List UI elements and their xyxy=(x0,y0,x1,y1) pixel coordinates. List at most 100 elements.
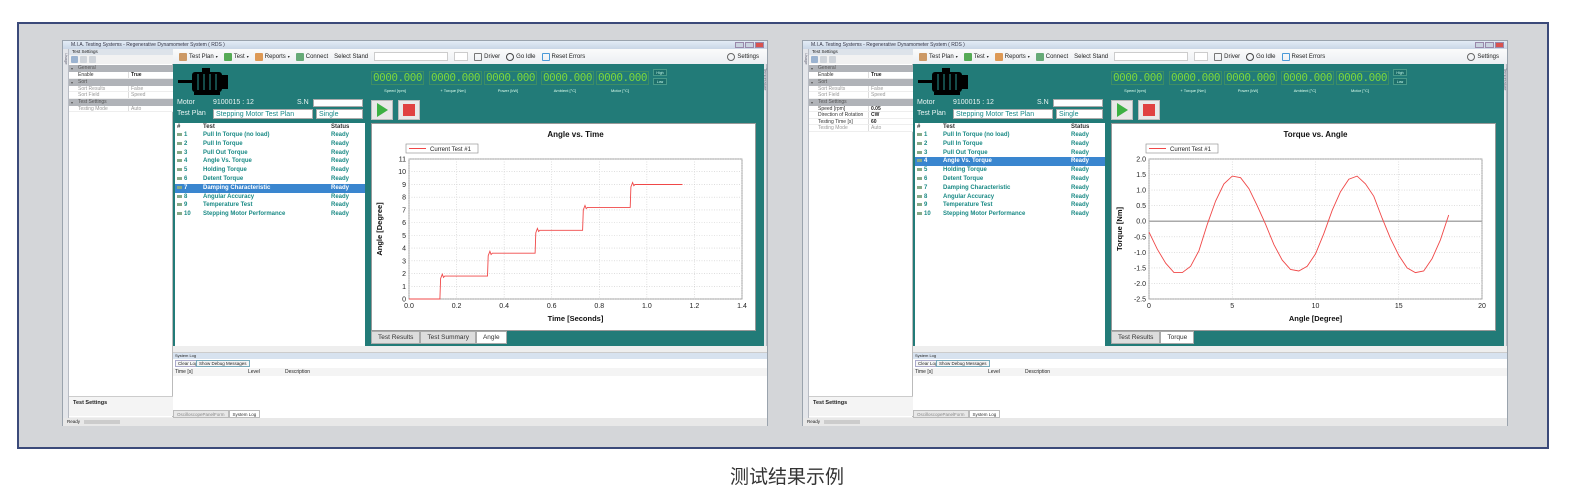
property-pages-icon[interactable] xyxy=(829,56,836,63)
low-button[interactable]: Low xyxy=(1393,78,1407,85)
column-header[interactable]: # xyxy=(915,123,943,131)
sort-alpha-icon[interactable] xyxy=(80,56,87,63)
select-stand-dropdown[interactable] xyxy=(1114,52,1189,61)
driver-button[interactable]: Driver xyxy=(1214,52,1240,61)
chart-tab[interactable]: Test Summary xyxy=(420,331,476,344)
connect-button[interactable]: Connect xyxy=(1035,52,1068,61)
property-category[interactable]: ▾ Test Settings xyxy=(809,98,913,106)
log-column-header[interactable]: Level xyxy=(988,368,1000,376)
column-header[interactable]: Test xyxy=(203,123,331,131)
log-column-header[interactable]: Description xyxy=(285,368,310,376)
test-row[interactable]: 9 Temperature Test Ready xyxy=(175,201,365,210)
column-header[interactable]: Test xyxy=(943,123,1071,131)
sn-input[interactable] xyxy=(313,99,363,107)
sn-input[interactable] xyxy=(1053,99,1103,107)
property-category[interactable]: ▾ Sort xyxy=(69,78,173,86)
bottom-tab[interactable]: OscilloscopePanelForm xyxy=(913,410,969,418)
test-plan-select[interactable]: Stepping Motor Test Plan xyxy=(953,109,1053,119)
splitter-bar[interactable] xyxy=(913,346,1507,353)
categorized-icon[interactable] xyxy=(811,56,818,63)
test-button[interactable]: Test ▾ xyxy=(223,52,249,61)
test-row[interactable]: 7 Damping Characteristic Ready xyxy=(915,184,1105,193)
test-row[interactable]: 10 Stepping Motor Performance Ready xyxy=(915,210,1105,219)
reports-button[interactable]: Reports ▾ xyxy=(994,52,1030,61)
category-expand-icon[interactable]: ▾ xyxy=(71,99,73,106)
low-button[interactable]: Low xyxy=(653,78,667,85)
property-value[interactable]: True xyxy=(129,72,142,78)
categorized-icon[interactable] xyxy=(71,56,78,63)
category-expand-icon[interactable]: ▾ xyxy=(71,65,73,72)
reset-errors-button[interactable]: Reset Errors xyxy=(541,52,585,61)
property-category[interactable]: ▾ Test Settings xyxy=(69,98,173,106)
property-value[interactable]: Speed xyxy=(129,92,145,98)
property-value[interactable]: 0.05 xyxy=(869,106,881,112)
property-category[interactable]: ▾ Sort xyxy=(809,78,913,86)
test-row[interactable]: 2 Pull In Torque Ready xyxy=(175,140,365,149)
test-row[interactable]: 6 Detent Torque Ready xyxy=(915,175,1105,184)
category-expand-icon[interactable]: ▾ xyxy=(811,99,813,106)
high-button[interactable]: High xyxy=(1393,69,1407,76)
test-plan-button[interactable]: Test Plan ▾ xyxy=(919,52,958,61)
test-row[interactable]: 1 Pull In Torque (no load) Ready xyxy=(915,131,1105,140)
property-row[interactable]: Testing Mode Auto xyxy=(809,125,913,132)
column-header[interactable]: Status xyxy=(1071,123,1103,131)
test-row[interactable]: 4 Angle Vs. Torque Ready xyxy=(915,157,1105,167)
start-button[interactable] xyxy=(1111,100,1133,120)
test-row[interactable]: 10 Stepping Motor Performance Ready xyxy=(175,210,365,219)
test-row[interactable]: 5 Holding Torque Ready xyxy=(915,166,1105,175)
chart-tab[interactable]: Test Results xyxy=(371,331,421,344)
test-plan-button[interactable]: Test Plan ▾ xyxy=(179,52,218,61)
test-row[interactable]: 1 Pull In Torque (no load) Ready xyxy=(175,131,365,140)
stop-button[interactable] xyxy=(398,100,420,120)
show-debug-button[interactable]: Show Debug Messages xyxy=(196,360,250,367)
test-row[interactable]: 3 Pull Out Torque Ready xyxy=(915,149,1105,158)
test-row[interactable]: 7 Damping Characteristic Ready xyxy=(175,183,365,193)
log-column-header[interactable]: Description xyxy=(1025,368,1050,376)
stand-sub-dropdown[interactable] xyxy=(1194,52,1209,61)
property-category[interactable]: ▾ General xyxy=(69,65,173,72)
bottom-tab[interactable]: OscilloscopePanelForm xyxy=(173,410,229,418)
category-expand-icon[interactable]: ▾ xyxy=(811,65,813,72)
minimize-button[interactable] xyxy=(1475,42,1484,48)
connect-button[interactable]: Connect xyxy=(295,52,328,61)
property-value[interactable]: False xyxy=(869,86,883,92)
mode-select[interactable]: Single xyxy=(1056,109,1103,119)
property-value[interactable]: False xyxy=(129,86,143,92)
test-plan-select[interactable]: Stepping Motor Test Plan xyxy=(213,109,313,119)
chart-tab[interactable]: Torque xyxy=(1160,331,1195,344)
test-row[interactable]: 2 Pull In Torque Ready xyxy=(915,140,1105,149)
test-row[interactable]: 8 Angular Accuracy Ready xyxy=(175,193,365,202)
bottom-tab[interactable]: System Log xyxy=(228,410,261,418)
property-pages-icon[interactable] xyxy=(89,56,96,63)
log-column-header[interactable]: Level xyxy=(248,368,260,376)
bottom-tab[interactable]: System Log xyxy=(968,410,1001,418)
reset-errors-button[interactable]: Reset Errors xyxy=(1281,52,1325,61)
reports-button[interactable]: Reports ▾ xyxy=(254,52,290,61)
mode-select[interactable]: Single xyxy=(316,109,363,119)
minimize-button[interactable] xyxy=(735,42,744,48)
stand-sub-dropdown[interactable] xyxy=(454,52,469,61)
close-button[interactable] xyxy=(755,42,764,48)
log-column-header[interactable]: Time [s] xyxy=(175,368,193,376)
stop-button[interactable] xyxy=(1138,100,1160,120)
sort-alpha-icon[interactable] xyxy=(820,56,827,63)
go-idle-button[interactable]: Go Idle xyxy=(506,52,536,61)
column-header[interactable]: Status xyxy=(331,123,363,131)
maximize-button[interactable] xyxy=(1485,42,1494,48)
test-row[interactable]: 8 Angular Accuracy Ready xyxy=(915,193,1105,202)
property-value[interactable]: Speed xyxy=(869,92,885,98)
property-value[interactable]: Auto xyxy=(869,125,881,131)
category-expand-icon[interactable]: ▾ xyxy=(71,79,73,86)
property-value[interactable]: 60 xyxy=(869,119,877,125)
settings-button[interactable]: Settings xyxy=(727,52,759,61)
show-debug-button[interactable]: Show Debug Messages xyxy=(936,360,990,367)
maximize-button[interactable] xyxy=(745,42,754,48)
column-header[interactable]: # xyxy=(175,123,203,131)
select-stand-dropdown[interactable] xyxy=(374,52,449,61)
property-value[interactable]: CW xyxy=(869,112,879,118)
log-column-header[interactable]: Time [s] xyxy=(915,368,933,376)
test-row[interactable]: 6 Detent Torque Ready xyxy=(175,175,365,184)
test-row[interactable]: 4 Angle Vs. Torque Ready xyxy=(175,157,365,166)
go-idle-button[interactable]: Go Idle xyxy=(1246,52,1276,61)
driver-button[interactable]: Driver xyxy=(474,52,500,61)
